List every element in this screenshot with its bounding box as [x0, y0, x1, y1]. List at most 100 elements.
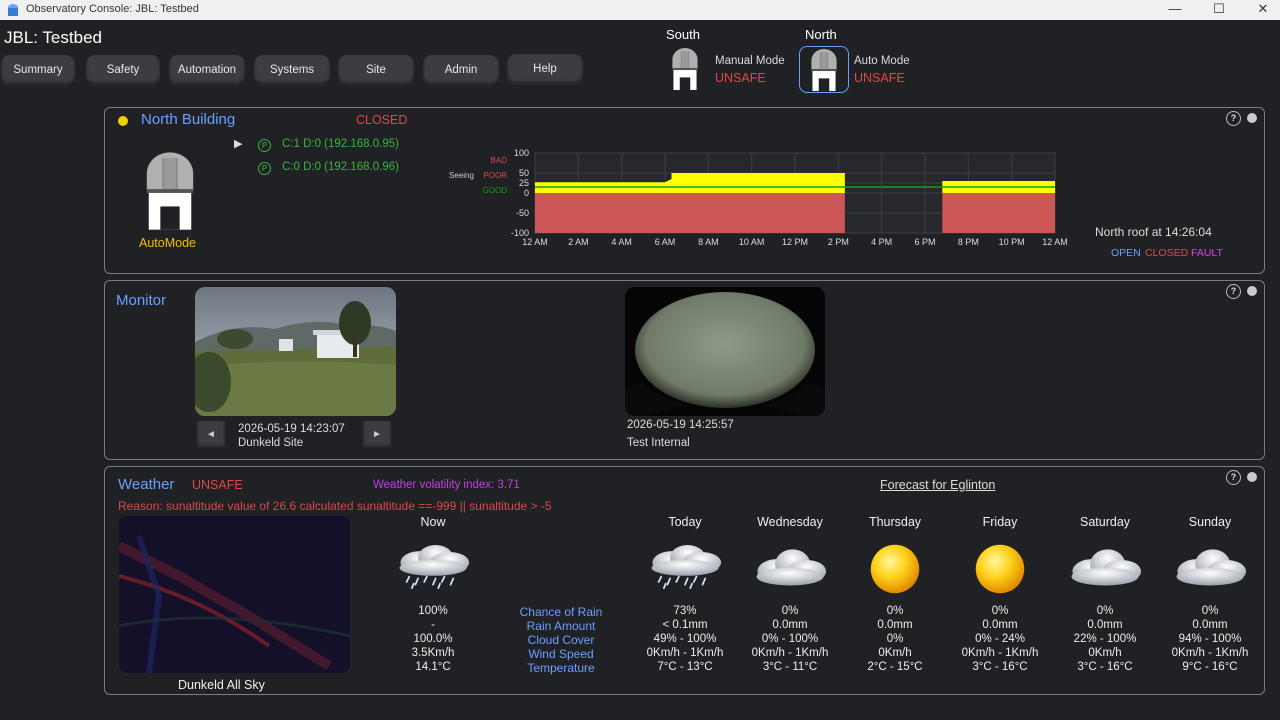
- now-value: -: [431, 619, 435, 631]
- help-icon[interactable]: ?: [1226, 111, 1241, 126]
- day-value: 0Km/h: [878, 647, 912, 659]
- day-value: 0Km/h - 1Km/h: [646, 647, 724, 659]
- cloud-icon: [750, 545, 830, 589]
- y-tick-label: 25: [519, 178, 529, 188]
- south-status: UNSAFE: [715, 71, 766, 85]
- north-status: UNSAFE: [854, 71, 905, 85]
- nav-site[interactable]: Site: [338, 55, 414, 85]
- x-tick-label: 2 AM: [568, 237, 589, 247]
- status-dot-icon[interactable]: [1247, 286, 1257, 296]
- x-tick-label: 4 AM: [611, 237, 632, 247]
- now-value: 14.1°C: [415, 661, 451, 673]
- sun-icon: [867, 541, 923, 597]
- app-icon: [8, 4, 18, 16]
- x-tick-label: 12 AM: [522, 237, 548, 247]
- forecast-day-wednesday: Wednesday 0% 0.0mm 0% - 100% 0Km/h - 1Km/h 3°…: [740, 515, 840, 685]
- internal-camera-image[interactable]: [625, 287, 825, 416]
- chart-series-red-area: [535, 193, 1055, 233]
- x-tick-label: 12 AM: [1042, 237, 1068, 247]
- day-value: 0.0mm: [1087, 619, 1123, 631]
- roof-timestamp: North roof at 14:26:04: [1095, 225, 1212, 239]
- x-tick-label: 10 AM: [739, 237, 765, 247]
- day-value: 0Km/h - 1Km/h: [961, 647, 1039, 659]
- nav-safety[interactable]: Safety: [86, 55, 160, 85]
- x-tick-label: 10 PM: [999, 237, 1025, 247]
- play-icon[interactable]: ▶: [234, 137, 242, 150]
- connection-1-text: C:1 D:0 (192.168.0.95): [282, 138, 399, 150]
- seeing-chart: 10050250-50-10012 AM 2 AM 4 AM 6 AM 8 AM 10 A…: [449, 148, 1068, 247]
- day-value: 0% - 24%: [975, 633, 1025, 645]
- seeing-side-label: GOOD: [483, 186, 508, 195]
- close-button[interactable]: ✕: [1240, 0, 1280, 20]
- status-dot-icon[interactable]: [1247, 113, 1257, 123]
- maximize-button[interactable]: ☐: [1196, 0, 1242, 20]
- window-titlebar: Observatory Console: JBL: Testbed — ☐ ✕: [0, 0, 1280, 20]
- site-camera-name: Dunkeld Site: [238, 437, 304, 449]
- site-camera-image[interactable]: [195, 287, 396, 416]
- camera-next-button[interactable]: ►: [363, 421, 391, 448]
- day-value: 0.0mm: [982, 619, 1018, 631]
- nav-systems[interactable]: Systems: [254, 55, 330, 85]
- north-building-title: North Building: [141, 111, 236, 128]
- internal-camera-name: Test Internal: [627, 437, 690, 449]
- y-tick-label: 0: [524, 188, 529, 198]
- north-dome-name: North: [805, 27, 837, 42]
- observatory-dome-icon[interactable]: [141, 152, 199, 230]
- day-value: 3°C - 16°C: [1077, 661, 1133, 673]
- building-status-indicator: [118, 116, 128, 126]
- south-dome-icon[interactable]: [668, 48, 702, 90]
- cloud-icon: [1065, 545, 1145, 589]
- north-building-panel: North Building CLOSED ? AutoMode ▶ P C:1…: [104, 107, 1265, 274]
- day-value: < 0.1mm: [662, 619, 708, 631]
- seeing-side-label: POOR: [483, 171, 507, 180]
- sun-icon: [972, 541, 1028, 597]
- now-value: 100.0%: [413, 633, 453, 645]
- nav-summary[interactable]: Summary: [1, 55, 75, 85]
- day-value: 0.0mm: [772, 619, 808, 631]
- forecast-days: Today 73% < 0.1mm 49% - 100% 0Km/h - 1Km/h 7°…: [105, 467, 1266, 696]
- seeing-side-label: BAD: [491, 156, 508, 165]
- day-value: 0%: [1096, 605, 1114, 617]
- help-icon[interactable]: ?: [1226, 284, 1241, 299]
- north-dome-button[interactable]: [799, 46, 849, 93]
- day-value: 3°C - 16°C: [972, 661, 1028, 673]
- south-dome-name: South: [666, 27, 700, 42]
- nav-admin[interactable]: Admin: [423, 55, 499, 85]
- x-tick-label: 8 PM: [958, 237, 979, 247]
- day-value: 49% - 100%: [653, 633, 717, 645]
- legend-fault: FAULT: [1191, 247, 1223, 259]
- day-value: 3°C - 11°C: [762, 661, 818, 673]
- day-value: 22% - 100%: [1073, 633, 1137, 645]
- x-tick-label: 4 PM: [871, 237, 892, 247]
- x-tick-label: 12 PM: [782, 237, 808, 247]
- nav-help[interactable]: Help: [507, 54, 583, 84]
- forecast-day-thursday: Thursday 0% 0.0mm 0% 0Km/h 2°C - 15°C: [845, 515, 945, 685]
- connection-2-text: C:0 D:0 (192.168.0.96): [282, 161, 399, 173]
- day-value: 0% - 100%: [761, 633, 819, 645]
- day-label: Saturday: [1079, 515, 1131, 529]
- y-tick-label: -50: [516, 208, 529, 218]
- forecast-day-sunday: Sunday 0% 0.0mm 94% - 100% 0Km/h - 1Km/h 9°C …: [1160, 515, 1260, 685]
- day-label: Wednesday: [757, 515, 823, 529]
- day-value: 0Km/h - 1Km/h: [1171, 647, 1249, 659]
- minimize-button[interactable]: —: [1152, 0, 1198, 20]
- forecast-day-saturday: Saturday 0% 0.0mm 22% - 100% 0Km/h 3°C - 16°C: [1055, 515, 1155, 685]
- x-tick-label: 8 AM: [698, 237, 719, 247]
- day-label: Today: [668, 515, 702, 529]
- cloud-icon: [1170, 545, 1250, 589]
- internal-camera-time: 2026-05-19 14:25:57: [627, 419, 734, 431]
- y-axis-label: Seeing: [449, 171, 474, 180]
- north-mode: Auto Mode: [854, 55, 910, 67]
- day-value: 0Km/h - 1Km/h: [751, 647, 829, 659]
- camera-prev-button[interactable]: ◄: [197, 421, 225, 448]
- x-tick-label: 6 AM: [655, 237, 676, 247]
- nav-automation[interactable]: Automation: [169, 55, 245, 85]
- day-value: 0%: [886, 633, 904, 645]
- app-title: JBL: Testbed: [4, 28, 102, 47]
- south-mode: Manual Mode: [715, 55, 785, 67]
- day-label: Friday: [982, 515, 1018, 529]
- day-value: 0Km/h: [1088, 647, 1122, 659]
- automode-label: AutoMode: [139, 236, 196, 250]
- x-tick-label: 2 PM: [828, 237, 849, 247]
- roof-state: CLOSED: [356, 113, 408, 127]
